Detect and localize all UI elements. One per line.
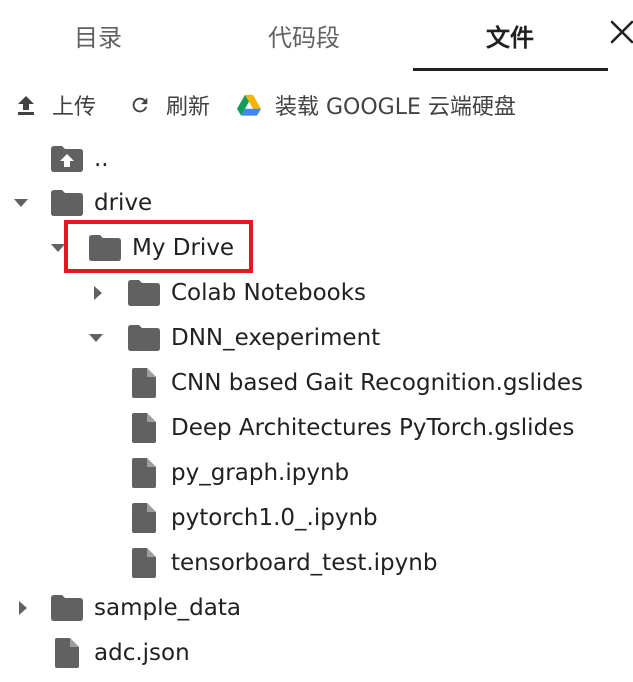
close-panel-button[interactable] — [607, 12, 633, 52]
refresh-label: 刷新 — [166, 95, 211, 120]
tree-item-file[interactable]: tensorboard_test.ipynb — [127, 541, 437, 585]
folder-icon — [127, 323, 161, 353]
upload-icon — [14, 93, 38, 117]
expand-arrow-icon[interactable] — [13, 598, 33, 618]
file-icon — [127, 458, 161, 488]
tree-item-label: adc.json — [94, 640, 190, 666]
google-drive-icon — [237, 93, 261, 117]
mount-drive-button[interactable]: 装载 GOOGLE 云端硬盘 — [237, 84, 516, 126]
tree-item-parent[interactable]: .. — [50, 137, 109, 181]
file-icon — [127, 503, 161, 533]
tab-bar: 目录 代码段 文件 — [0, 0, 633, 72]
refresh-icon — [128, 93, 152, 117]
tree-item-label: DNN_exeperiment — [171, 325, 381, 351]
tree-item-colab-notebooks[interactable]: Colab Notebooks — [127, 271, 366, 315]
mount-drive-label: 装载 GOOGLE 云端硬盘 — [275, 95, 516, 120]
upload-button[interactable]: 上传 — [14, 84, 96, 126]
tab-table-of-contents[interactable]: 目录 — [0, 0, 196, 70]
files-panel: 目录 代码段 文件 上传 刷新 装载 GOOGLE 云端硬盘 .. drive … — [0, 0, 633, 682]
tree-item-label: Colab Notebooks — [171, 280, 367, 306]
tree-item-dnn-folder[interactable]: DNN_exeperiment — [127, 316, 380, 360]
tree-item-file[interactable]: Deep Architectures PyTorch.gslides — [127, 406, 574, 450]
upload-label: 上传 — [52, 95, 97, 120]
folder-up-icon — [50, 144, 84, 174]
tree-item-label: drive — [94, 190, 153, 216]
tree-item-adc-json[interactable]: adc.json — [50, 631, 190, 675]
tree-item-label: pytorch1.0_.ipynb — [171, 505, 378, 531]
tree-item-file[interactable]: CNN based Gait Recognition.gslides — [127, 361, 583, 405]
file-icon — [127, 413, 161, 443]
active-tab-indicator — [413, 68, 608, 71]
file-icon — [50, 638, 84, 668]
close-icon — [610, 20, 633, 44]
collapse-arrow-icon[interactable] — [11, 193, 31, 213]
tree-item-sample-data[interactable]: sample_data — [50, 586, 241, 630]
file-icon — [127, 368, 161, 398]
tree-item-file[interactable]: pytorch1.0_.ipynb — [127, 496, 378, 540]
tree-item-label: tensorboard_test.ipynb — [171, 550, 438, 576]
annotation-highlight-box — [64, 220, 253, 273]
tree-item-label: .. — [94, 146, 109, 172]
expand-arrow-icon[interactable] — [88, 283, 108, 303]
file-icon — [127, 548, 161, 578]
tree-item-label: CNN based Gait Recognition.gslides — [171, 370, 584, 396]
files-toolbar: 上传 刷新 装载 GOOGLE 云端硬盘 — [0, 84, 633, 126]
tree-item-drive[interactable]: drive — [50, 181, 152, 225]
tree-item-label: sample_data — [94, 595, 241, 621]
tab-files[interactable]: 文件 — [412, 0, 608, 70]
tab-code-snippets[interactable]: 代码段 — [196, 0, 412, 70]
refresh-button[interactable]: 刷新 — [128, 84, 210, 126]
tree-item-file[interactable]: py_graph.ipynb — [127, 451, 349, 495]
collapse-arrow-icon[interactable] — [86, 328, 106, 348]
folder-icon — [127, 278, 161, 308]
tree-item-label: Deep Architectures PyTorch.gslides — [171, 415, 575, 441]
tree-item-label: py_graph.ipynb — [171, 460, 350, 486]
folder-icon — [50, 593, 84, 623]
folder-icon — [50, 188, 84, 218]
